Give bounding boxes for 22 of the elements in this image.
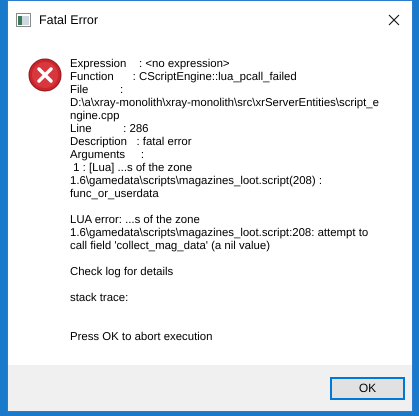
message-line: D:\a\xray-monolith\xray-monolith\src\xrServerEntities\script_e [70,97,379,110]
message-line: Arguments : [70,149,144,162]
window-title: Fatal Error [39,12,98,29]
ok-button[interactable]: OK [330,376,405,400]
message-line: ngine.cpp [70,110,120,123]
message-line: Description : fatal error [70,136,192,149]
close-icon[interactable] [388,14,400,26]
message-line: Function : CScriptEngine::lua_pcall_failed [70,71,297,84]
window-icon [16,13,31,27]
message-line: stack trace: [70,292,128,305]
message-line: Expression : <no expression> [70,58,230,71]
message-line: Line : 286 [70,123,149,136]
message-line: 1.6\gamedata\scripts\magazines_loot.script:208: attempt to [70,227,368,240]
message-line: 1.6\gamedata\scripts\magazines_loot.script(208) : [70,175,322,188]
message-line: File : [70,84,124,97]
message-line: Press OK to abort execution [70,331,212,344]
message-line: call field 'collect_mag_data' (a nil value) [70,240,270,253]
message-line: Check log for details [70,266,174,279]
error-icon [28,58,62,92]
message-line: 1 : [Lua] ...s of the zone [72,162,192,175]
message-line: LUA error: ...s of the zone [70,214,200,227]
message-line: func_or_userdata [70,188,159,201]
